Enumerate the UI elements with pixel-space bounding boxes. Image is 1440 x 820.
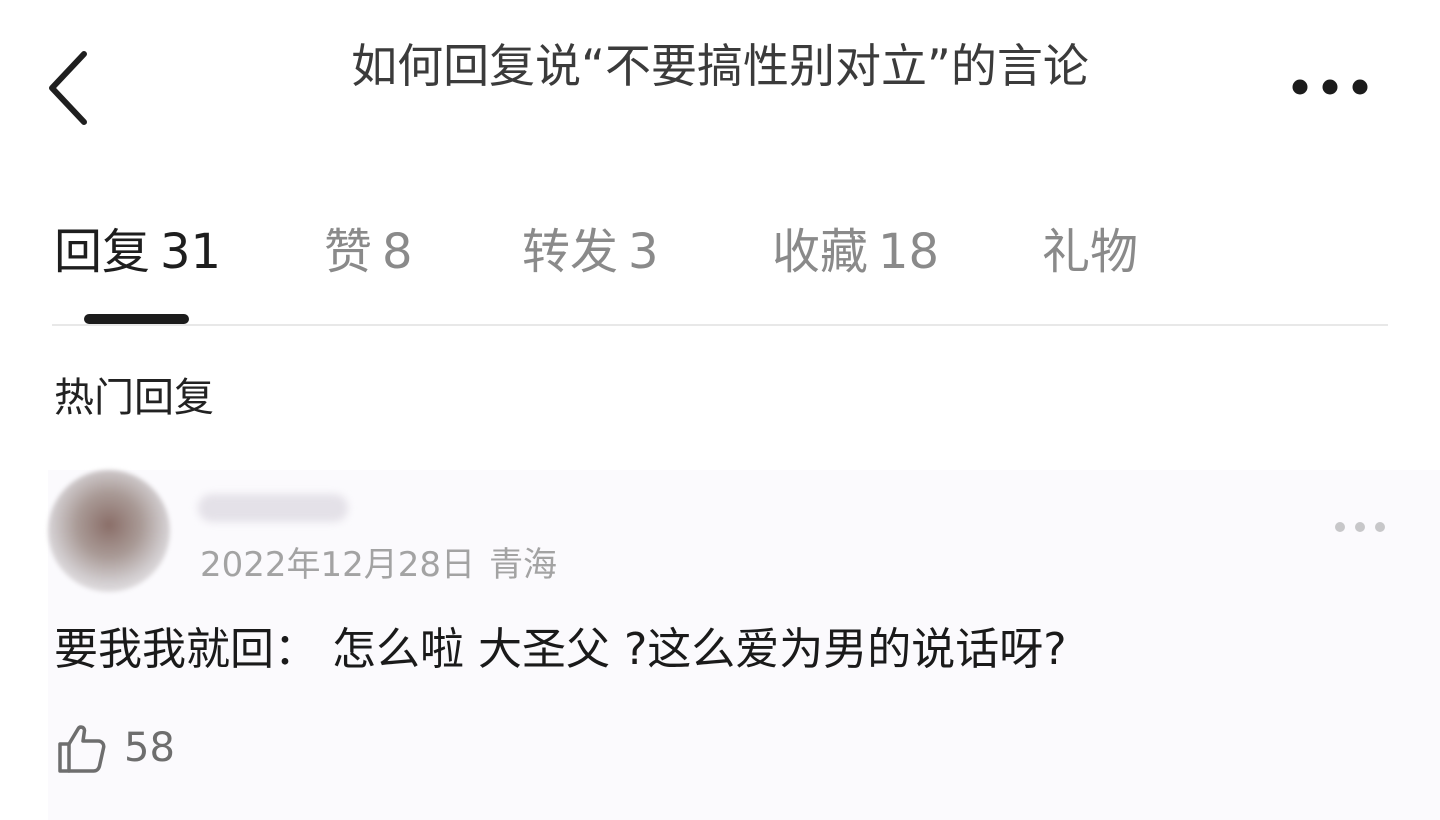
section-title: 热门回复 — [54, 375, 214, 421]
tab-replies[interactable]: 回复 31 — [54, 214, 221, 290]
like-count: 58 — [124, 725, 175, 771]
tab-count: 31 — [160, 224, 222, 280]
comment-location: 青海 — [489, 545, 558, 585]
active-tab-indicator — [84, 314, 189, 324]
tab-reposts[interactable]: 转发 3 — [522, 214, 659, 290]
tab-count: 8 — [382, 224, 413, 280]
tab-likes[interactable]: 赞8 — [324, 214, 413, 290]
tab-label: 赞 — [324, 224, 373, 280]
tab-label: 收藏 — [772, 224, 869, 280]
comment-more-button[interactable] — [1330, 514, 1390, 540]
comment-date: 2022年12月28日 — [200, 545, 476, 585]
more-options-button[interactable] — [1284, 62, 1376, 112]
more-horizontal-icon — [1292, 79, 1368, 95]
avatar[interactable] — [48, 470, 170, 592]
tab-count: 18 — [878, 224, 940, 280]
comment-text: 要我我就回： 怎么啦 大圣父 ?这么爱为男的说话呀? — [54, 624, 1067, 675]
back-button[interactable] — [38, 46, 102, 130]
tab-label: 回复 — [54, 224, 151, 280]
thumbs-up-icon — [54, 720, 110, 776]
tab-label: 转发 — [522, 224, 619, 280]
more-horizontal-icon — [1335, 522, 1385, 532]
comment-meta: 2022年12月28日 青海 — [200, 540, 557, 590]
chevron-left-icon — [49, 51, 87, 125]
tab-gifts[interactable]: 礼物 — [1042, 214, 1148, 290]
comment-card: 2022年12月28日 青海 要我我就回： 怎么啦 大圣父 ?这么爱为男的说话呀?… — [48, 470, 1440, 820]
page-title: 如何回复说“不要搞性别对立”的言论 — [351, 39, 1089, 93]
tab-divider — [52, 324, 1388, 326]
tab-count: 3 — [628, 224, 659, 280]
tab-favorites[interactable]: 收藏 18 — [772, 214, 939, 290]
tab-label: 礼物 — [1042, 224, 1139, 280]
tab-bar: 回复 31 赞8 转发 3 收藏 18 礼物 — [0, 200, 1440, 326]
top-bar: 如何回复说“不要搞性别对立”的言论 — [0, 0, 1440, 150]
username-redacted — [198, 494, 348, 522]
